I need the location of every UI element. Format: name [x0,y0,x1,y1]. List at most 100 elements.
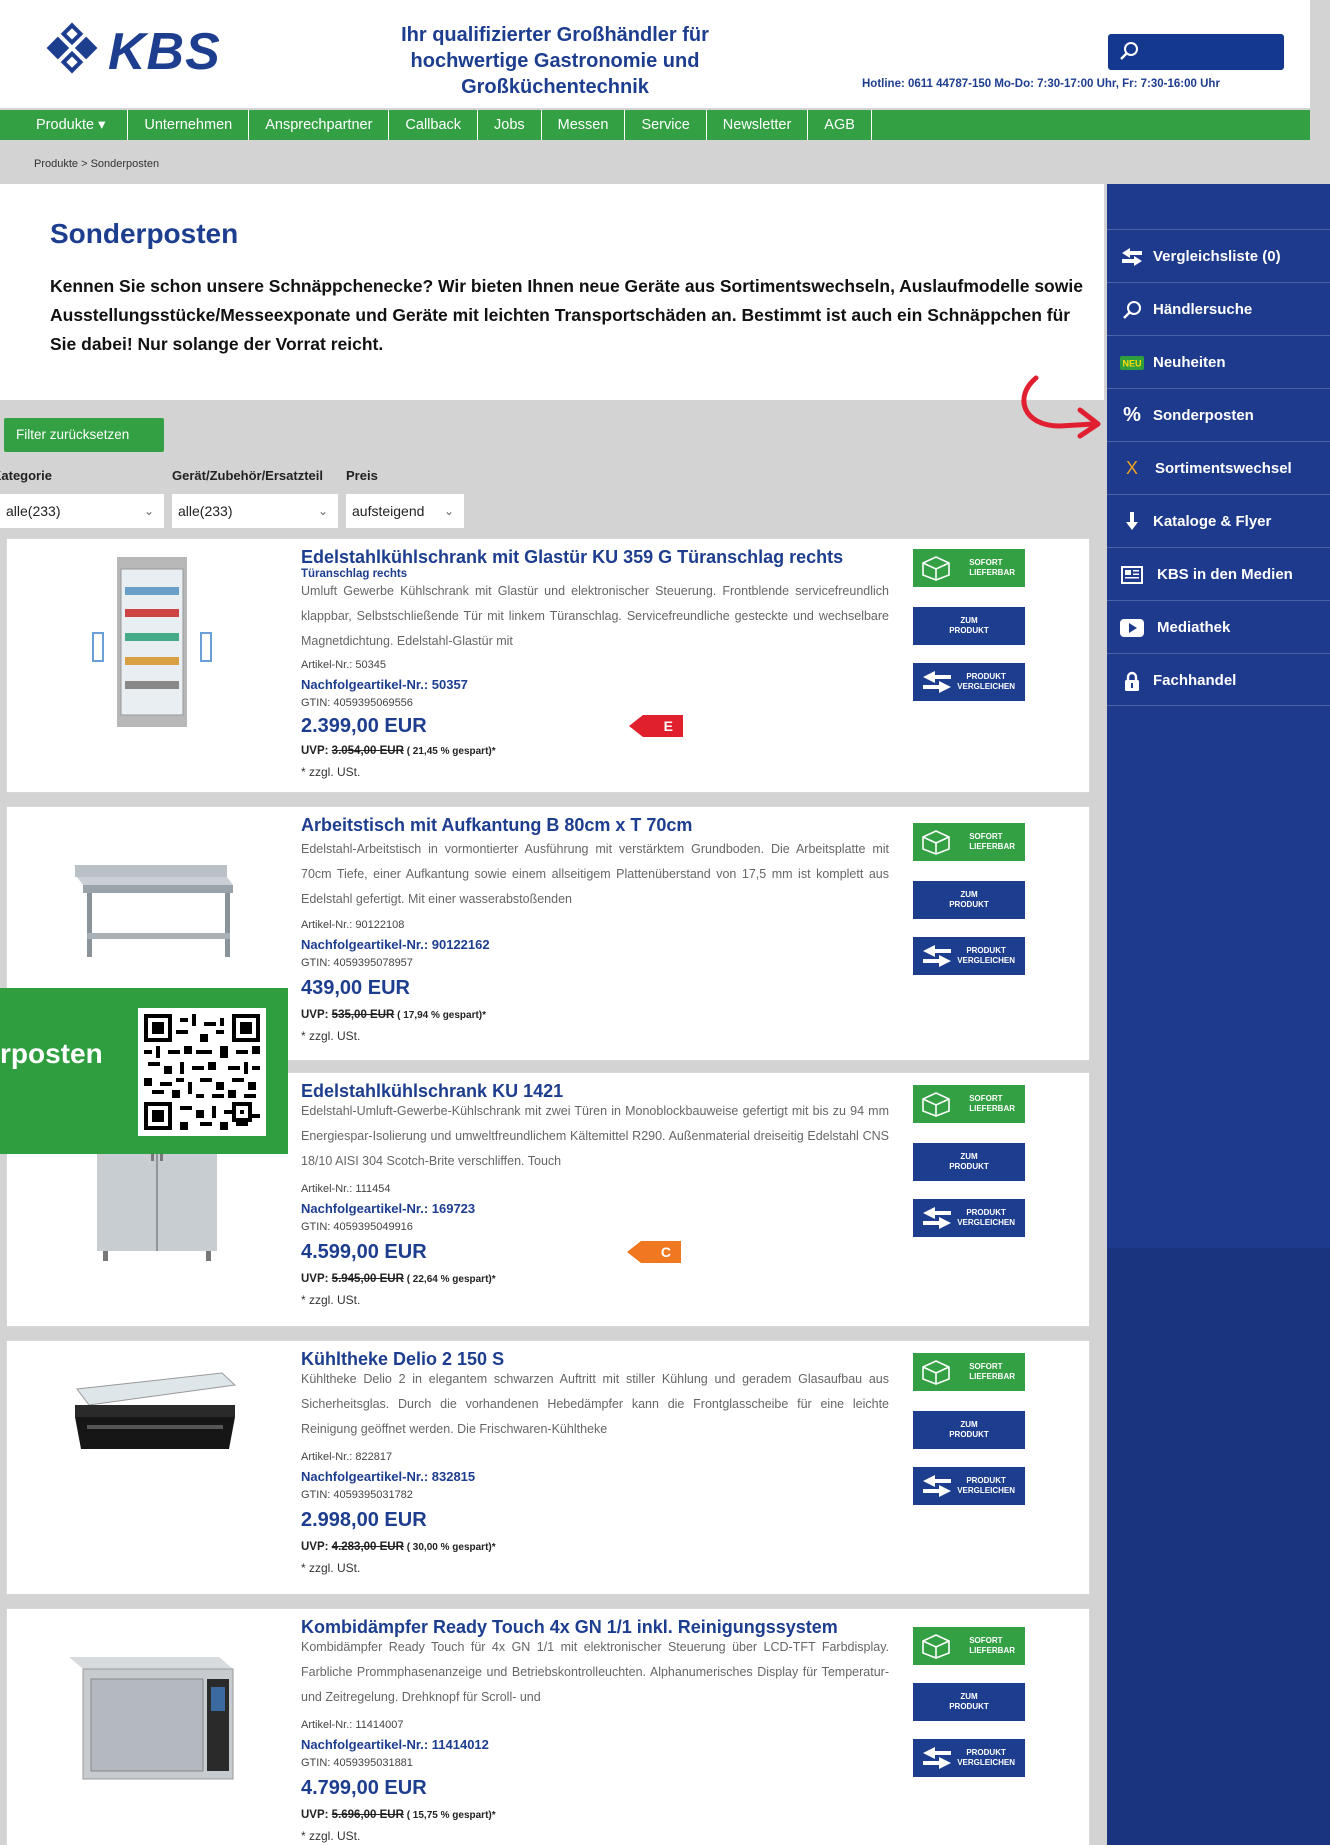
red-arrow-annotation [1021,375,1101,439]
download-icon [1119,495,1145,548]
produkt-vergleichen-button[interactable]: PRODUKT VERGLEICHEN [913,1467,1025,1505]
sidebar-item-haendlersuche[interactable]: Händlersuche [1107,282,1330,335]
nav-newsletter[interactable]: Newsletter [707,110,809,140]
nachfolgeartikel-nr[interactable]: Nachfolgeartikel-Nr.: 169723 [301,1201,475,1216]
uvp-old-price: 5.696,00 EUR [331,1809,404,1821]
sidebar-item-label: Händlersuche [1153,301,1253,318]
filter-reset-button[interactable]: Filter zurücksetzen [4,418,164,452]
nav-callback[interactable]: Callback [389,110,479,140]
nachfolgeartikel-nr[interactable]: Nachfolgeartikel-Nr.: 50357 [301,677,468,692]
box-icon [922,556,950,581]
produkt-vergleichen-label: PRODUKT VERGLEICHEN [957,1208,1015,1227]
search-icon [1119,283,1145,336]
uvp-old-price: 535,00 EUR [331,1009,395,1021]
newspaper-icon [1119,548,1145,601]
sidebar-item-fachhandel[interactable]: Fachhandel [1107,653,1330,706]
zum-produkt-button[interactable]: ZUM PRODUKT [913,881,1025,919]
produkt-vergleichen-button[interactable]: PRODUKT VERGLEICHEN [913,1199,1025,1237]
uvp-savings: ( 22,64 % gespart)* [403,1274,496,1285]
zum-produkt-button[interactable]: ZUM PRODUKT [913,607,1025,645]
qr-code[interactable] [138,1008,266,1136]
sidebar-item-neuheiten[interactable]: NEU Neuheiten [1107,335,1330,388]
zum-produkt-button[interactable]: ZUM PRODUKT [913,1411,1025,1449]
kategorie-select[interactable]: alle(233) ⌄ [0,494,164,528]
product-price: 4.799,00 EUR [301,1777,427,1799]
product-title[interactable]: Arbeitstisch mit Aufkantung B 80cm x T 7… [301,815,692,836]
search-icon [1120,42,1138,60]
nachfolgeartikel-nr[interactable]: Nachfolgeartikel-Nr.: 11414012 [301,1737,489,1752]
product-card[interactable]: Kombidämpfer Ready Touch 4x GN 1/1 inkl.… [6,1608,1090,1845]
filter-geraet-label: Gerät/Zubehör/Ersatzteil [172,468,323,483]
percent-icon: % [1123,404,1141,426]
product-price: 2.998,00 EUR [301,1509,427,1531]
uvp-old-price: 4.283,00 EUR [331,1541,404,1553]
box-icon [922,1360,950,1385]
box-icon [922,1634,950,1659]
uvp-old-price: 3.054,00 EUR [331,745,404,757]
gtin: GTIN: 4059395031881 [301,1757,413,1769]
sofort-lieferbar-badge: SOFORT LIEFERBAR [913,1085,1025,1123]
play-icon [1119,601,1145,654]
zum-produkt-label: ZUM PRODUKT [949,1152,989,1171]
nav-produkte[interactable]: Produkte ▾ [0,110,129,140]
produkt-vergleichen-button[interactable]: PRODUKT VERGLEICHEN [913,937,1025,975]
product-image[interactable] [47,1349,257,1529]
product-card[interactable]: Kühltheke Delio 2 150 S Kühltheke Delio … [6,1340,1090,1595]
preis-select[interactable]: aufsteigend ⌄ [346,494,464,528]
nav-jobs[interactable]: Jobs [478,110,542,140]
produkt-vergleichen-button[interactable]: PRODUKT VERGLEICHEN [913,1739,1025,1777]
sidebar-item-mediathek[interactable]: Mediathek [1107,600,1330,653]
produkt-vergleichen-label: PRODUKT VERGLEICHEN [957,1476,1015,1495]
kbs-logo[interactable]: KBS [38,18,238,90]
zum-produkt-button[interactable]: ZUM PRODUKT [913,1683,1025,1721]
breadcrumb[interactable]: Produkte > Sonderposten [34,158,159,170]
tax-note: * zzgl. USt. [301,1561,361,1575]
nachfolgeartikel-nr[interactable]: Nachfolgeartikel-Nr.: 90122162 [301,937,490,952]
zum-produkt-button[interactable]: ZUM PRODUKT [913,1143,1025,1181]
produkt-vergleichen-label: PRODUKT VERGLEICHEN [957,672,1015,691]
produkt-vergleichen-button[interactable]: PRODUKT VERGLEICHEN [913,663,1025,701]
search-input[interactable] [1108,34,1284,70]
product-image[interactable] [47,815,257,995]
tax-note: * zzgl. USt. [301,1829,361,1843]
logo-diamond-icon [46,22,98,74]
main-nav: Produkte ▾ Unternehmen Ansprechpartner C… [0,110,1310,140]
box-icon [922,830,950,855]
nav-unternehmen[interactable]: Unternehmen [128,110,250,140]
sidebar-item-label: Vergleichsliste (0) [1153,248,1281,265]
uvp-savings: ( 15,75 % gespart)* [403,1810,496,1821]
product-title[interactable]: Edelstahlkühlschrank mit Glastür KU 359 … [301,547,843,568]
product-image[interactable] [47,1617,257,1797]
nav-agb[interactable]: AGB [808,110,872,140]
lock-icon [1119,654,1145,707]
hotline: Hotline: 0611 44787-150 Mo-Do: 7:30-17:0… [862,78,1220,90]
energy-label[interactable]: E [629,715,683,737]
gtin: GTIN: 4059395069556 [301,697,413,709]
svg-text:NEU: NEU [1122,358,1141,368]
sidebar-item-sonderposten[interactable]: % Sonderposten [1107,388,1330,441]
sofort-lieferbar-label: SOFORT LIEFERBAR [969,558,1015,577]
uvp-savings: ( 21,45 % gespart)* [403,746,496,757]
product-description: Edelstahl-Arbeitstisch in vormontierter … [301,842,889,906]
sidebar-item-vergleichsliste[interactable]: Vergleichsliste (0) [1107,229,1330,282]
nav-ansprechpartner[interactable]: Ansprechpartner [249,110,390,140]
kategorie-select-value: alle(233) [6,503,61,519]
geraet-select[interactable]: alle(233) ⌄ [172,494,338,528]
product-card[interactable]: Edelstahlkühlschrank mit Glastür KU 359 … [6,538,1090,793]
sidebar-item-kataloge[interactable]: Kataloge & Flyer [1107,494,1330,547]
chevron-down-icon: ⌄ [143,504,154,518]
nav-messen[interactable]: Messen [542,110,626,140]
qr-promo-banner[interactable]: rposten [0,988,288,1154]
compare-arrows-icon [1119,230,1145,283]
tax-note: * zzgl. USt. [301,1293,361,1307]
tax-note: * zzgl. USt. [301,765,361,779]
box-icon [922,1092,950,1117]
energy-label[interactable]: C [627,1241,681,1263]
zum-produkt-label: ZUM PRODUKT [949,616,989,635]
sidebar-item-medien[interactable]: KBS in den Medien [1107,547,1330,600]
nachfolgeartikel-nr[interactable]: Nachfolgeartikel-Nr.: 832815 [301,1469,475,1484]
product-image[interactable] [47,547,257,727]
sidebar-item-sortimentswechsel[interactable]: X Sortimentswechsel [1107,441,1330,494]
zum-produkt-label: ZUM PRODUKT [949,1692,989,1711]
nav-service[interactable]: Service [625,110,707,140]
